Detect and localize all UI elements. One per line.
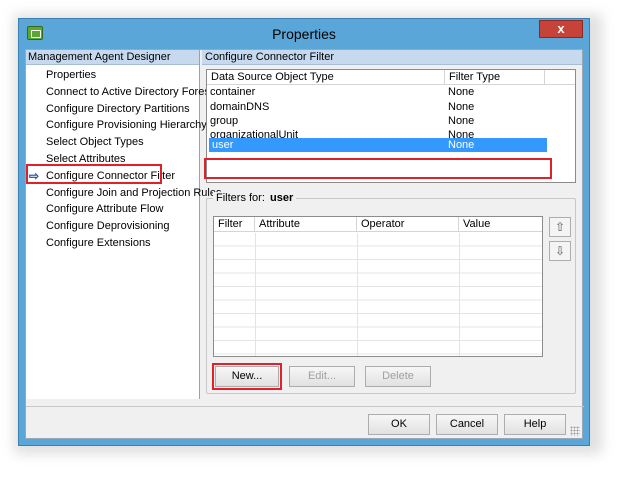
filters-table-grid bbox=[214, 233, 542, 356]
nav-item-directory-partitions[interactable]: Configure Directory Partitions bbox=[26, 101, 199, 118]
move-down-button[interactable]: ⇩ bbox=[549, 241, 571, 261]
new-button-highlight-outline bbox=[212, 363, 282, 390]
object-type-cell: organizationalUnit bbox=[210, 128, 299, 138]
nav-item-label: Connect to Active Directory Forest bbox=[46, 85, 213, 98]
filter-type-cell: None bbox=[448, 115, 475, 127]
title-bar[interactable]: Properties x bbox=[19, 19, 589, 48]
object-type-cell: container bbox=[210, 86, 256, 98]
nav-item-properties[interactable]: Properties bbox=[26, 67, 199, 84]
resize-grip[interactable] bbox=[570, 426, 580, 436]
nav-pane-header: Management Agent Designer bbox=[26, 50, 199, 65]
properties-window: Properties x Management Agent Designer P… bbox=[18, 18, 590, 446]
dialog-client: Management Agent Designer Properties Con… bbox=[25, 49, 584, 439]
filters-for-label: Filters for: bbox=[213, 192, 268, 204]
nav-item-join-projection[interactable]: Configure Join and Projection Rules bbox=[26, 185, 222, 202]
list-item[interactable]: domainDNS None bbox=[207, 100, 575, 115]
filter-type-cell: None bbox=[448, 138, 475, 151]
filters-for-object: user bbox=[267, 192, 297, 204]
column-header-attribute[interactable]: Attribute bbox=[255, 217, 357, 231]
move-up-button[interactable]: ⇧ bbox=[549, 217, 571, 237]
nav-item-label: Select Object Types bbox=[46, 136, 144, 149]
object-list-header: Data Source Object Type Filter Type bbox=[207, 70, 575, 85]
filter-pane-header: Configure Connector Filter bbox=[202, 50, 582, 65]
column-header-filter-type[interactable]: Filter Type bbox=[445, 70, 545, 84]
list-item-selected[interactable]: user None bbox=[209, 137, 547, 152]
object-type-cell: domainDNS bbox=[210, 100, 270, 113]
edit-filter-button[interactable]: Edit... bbox=[289, 366, 355, 387]
nav-item-attribute-flow[interactable]: Configure Attribute Flow bbox=[26, 201, 199, 218]
grid-line bbox=[459, 233, 460, 356]
close-button[interactable]: x bbox=[539, 20, 583, 38]
cancel-button[interactable]: Cancel bbox=[436, 414, 498, 435]
ok-button[interactable]: OK bbox=[368, 414, 430, 435]
object-type-cell: group bbox=[210, 115, 239, 127]
nav-item-label: Configure Attribute Flow bbox=[46, 203, 164, 216]
filters-table[interactable]: Filter Attribute Operator Value bbox=[213, 216, 543, 357]
filters-table-header: Filter Attribute Operator Value bbox=[214, 217, 542, 232]
designer-nav-list: Properties Connect to Active Directory F… bbox=[26, 65, 222, 252]
filter-type-cell: None bbox=[448, 86, 475, 98]
column-header-object-type[interactable]: Data Source Object Type bbox=[207, 70, 445, 84]
object-type-cell: user bbox=[212, 138, 234, 151]
arrow-down-icon: ⇩ bbox=[554, 244, 566, 258]
column-header-operator[interactable]: Operator bbox=[357, 217, 459, 231]
arrow-up-icon: ⇧ bbox=[554, 220, 566, 234]
nav-item-label: Configure Join and Projection Rules bbox=[46, 186, 222, 199]
nav-item-label: Configure Directory Partitions bbox=[46, 102, 190, 115]
column-header-filter[interactable]: Filter bbox=[214, 217, 255, 231]
nav-item-label: Configure Extensions bbox=[46, 236, 151, 249]
list-item[interactable]: organizationalUnit None bbox=[207, 129, 575, 138]
connector-filter-pane: Configure Connector Filter Data Source O… bbox=[202, 50, 582, 399]
nav-item-label: Configure Deprovisioning bbox=[46, 220, 170, 233]
designer-nav-pane: Management Agent Designer Properties Con… bbox=[26, 50, 222, 399]
list-item[interactable]: container None bbox=[207, 85, 575, 100]
delete-filter-button[interactable]: Delete bbox=[365, 366, 431, 387]
filter-type-cell: None bbox=[448, 128, 475, 138]
grid-line bbox=[357, 233, 358, 356]
selected-row-highlight-outline bbox=[204, 158, 552, 179]
nav-item-label: Properties bbox=[46, 69, 97, 81]
nav-item-object-types[interactable]: Select Object Types bbox=[26, 134, 199, 151]
grid-line bbox=[255, 233, 256, 356]
column-header-filler bbox=[545, 70, 575, 84]
nav-item-provisioning-hierarchy[interactable]: Configure Provisioning Hierarchy bbox=[26, 117, 207, 134]
nav-item-deprovisioning[interactable]: Configure Deprovisioning bbox=[26, 218, 199, 235]
window-title: Properties bbox=[272, 26, 336, 42]
filter-type-cell: None bbox=[448, 100, 475, 113]
footer-separator bbox=[26, 406, 584, 407]
help-button[interactable]: Help bbox=[504, 414, 566, 435]
nav-highlight-outline bbox=[26, 164, 162, 184]
column-header-value[interactable]: Value bbox=[459, 217, 539, 231]
nav-item-label: Configure Provisioning Hierarchy bbox=[46, 119, 207, 132]
nav-item-extensions[interactable]: Configure Extensions bbox=[26, 235, 199, 252]
list-item[interactable]: group None bbox=[207, 114, 575, 129]
nav-item-connect-forest[interactable]: Connect to Active Directory Forest bbox=[26, 84, 213, 101]
filters-groupbox: Filters for: user Filter Attribute Opera… bbox=[206, 192, 576, 394]
